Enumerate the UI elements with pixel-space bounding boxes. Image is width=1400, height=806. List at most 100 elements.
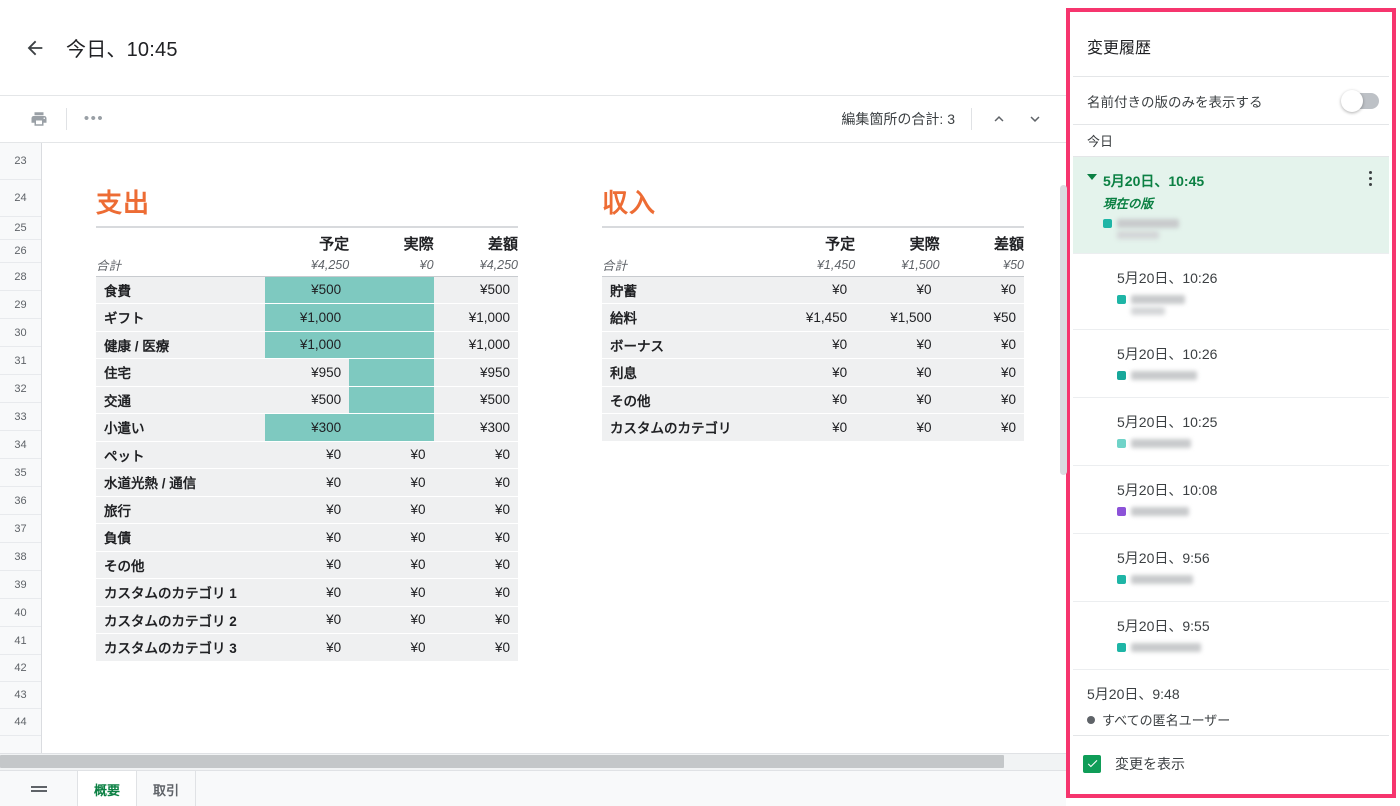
income-category-cell[interactable]: ボーナス bbox=[602, 331, 771, 359]
horizontal-scrollbar-thumb[interactable] bbox=[0, 755, 1004, 768]
income-actual-cell[interactable]: ¥0 bbox=[855, 413, 940, 442]
expense-table[interactable]: 予定 実際 差額 合計 ¥4,250 ¥0 ¥4,250 食費 ¥500 ¥500 ギ… bbox=[96, 232, 518, 662]
table-row[interactable]: 健康 / 医療 ¥1,000 ¥1,000 bbox=[96, 331, 518, 359]
row-header-29[interactable]: 29 bbox=[0, 291, 41, 319]
expense-diff-cell[interactable]: ¥0 bbox=[433, 468, 518, 497]
caret-down-icon[interactable] bbox=[1087, 174, 1097, 180]
income-actual-cell[interactable]: ¥0 bbox=[855, 358, 940, 387]
expense-category-cell[interactable]: 旅行 bbox=[96, 496, 265, 524]
expense-actual-cell[interactable]: ¥0 bbox=[349, 606, 434, 634]
expense-category-cell[interactable]: 負債 bbox=[96, 523, 265, 552]
income-diff-cell[interactable]: ¥0 bbox=[939, 413, 1024, 442]
expense-planned-cell[interactable]: ¥0 bbox=[264, 523, 350, 552]
income-diff-cell[interactable]: ¥50 bbox=[939, 303, 1024, 332]
show-changes-checkbox[interactable] bbox=[1083, 754, 1101, 773]
income-planned-cell[interactable]: ¥1,450 bbox=[770, 303, 856, 332]
income-planned-cell[interactable]: ¥0 bbox=[770, 276, 856, 304]
expense-diff-cell[interactable]: ¥0 bbox=[433, 606, 518, 634]
expense-planned-cell[interactable]: ¥500 bbox=[264, 386, 350, 414]
expense-diff-cell[interactable]: ¥0 bbox=[433, 496, 518, 524]
expense-diff-cell[interactable]: ¥300 bbox=[433, 413, 518, 442]
table-row[interactable]: 給料 ¥1,450 ¥1,500 ¥50 bbox=[602, 303, 1024, 332]
table-row[interactable]: 負債 ¥0 ¥0 ¥0 bbox=[96, 523, 518, 552]
table-row[interactable]: 利息 ¥0 ¥0 ¥0 bbox=[602, 358, 1024, 387]
expense-category-cell[interactable]: 住宅 bbox=[96, 358, 265, 387]
income-diff-cell[interactable]: ¥0 bbox=[939, 358, 1024, 387]
expense-category-cell[interactable]: 小遣い bbox=[96, 413, 265, 442]
version-list-scrollbar-thumb[interactable] bbox=[1060, 185, 1067, 475]
expense-category-cell[interactable]: カスタムのカテゴリ 3 bbox=[96, 633, 265, 662]
row-header-23[interactable]: 23 bbox=[0, 143, 41, 180]
row-header-36[interactable]: 36 bbox=[0, 487, 41, 515]
expense-actual-cell[interactable] bbox=[349, 358, 434, 387]
version-list-item[interactable]: 5月20日、10:08 bbox=[1073, 466, 1389, 534]
row-header-37[interactable]: 37 bbox=[0, 515, 41, 543]
row-header-24[interactable]: 24 bbox=[0, 180, 41, 217]
expense-category-cell[interactable]: ペット bbox=[96, 441, 265, 469]
version-list-item[interactable]: 5月20日、10:25 bbox=[1073, 398, 1389, 466]
expense-diff-cell[interactable]: ¥0 bbox=[433, 578, 518, 607]
expense-planned-cell[interactable]: ¥0 bbox=[264, 496, 350, 524]
row-header-32[interactable]: 32 bbox=[0, 375, 41, 403]
expense-diff-cell[interactable]: ¥950 bbox=[433, 358, 518, 387]
expense-diff-cell[interactable]: ¥500 bbox=[433, 386, 518, 414]
version-list-item[interactable]: 5月20日、9:56 bbox=[1073, 534, 1389, 602]
income-category-cell[interactable]: 給料 bbox=[602, 303, 771, 332]
sheet-tab-取引[interactable]: 取引 bbox=[137, 771, 197, 806]
expense-category-cell[interactable]: 交通 bbox=[96, 386, 265, 414]
income-planned-cell[interactable]: ¥0 bbox=[770, 386, 856, 414]
expense-actual-cell[interactable]: ¥0 bbox=[349, 578, 434, 607]
row-header-41[interactable]: 41 bbox=[0, 627, 41, 655]
expense-category-cell[interactable]: 水道光熱 / 通信 bbox=[96, 468, 265, 497]
expense-actual-cell[interactable]: ¥0 bbox=[349, 441, 434, 469]
expense-diff-cell[interactable]: ¥1,000 bbox=[433, 331, 518, 359]
table-row[interactable]: 食費 ¥500 ¥500 bbox=[96, 276, 518, 304]
row-header-39[interactable]: 39 bbox=[0, 571, 41, 599]
row-header-40[interactable]: 40 bbox=[0, 599, 41, 627]
back-button[interactable] bbox=[14, 27, 56, 69]
row-header-28[interactable]: 28 bbox=[0, 263, 41, 291]
expense-planned-cell[interactable]: ¥0 bbox=[264, 633, 350, 662]
expense-actual-cell[interactable]: ¥0 bbox=[349, 551, 434, 579]
row-header-25[interactable]: 25 bbox=[0, 217, 41, 240]
version-list-item[interactable]: 5月20日、10:26 bbox=[1073, 254, 1389, 330]
table-row[interactable]: その他 ¥0 ¥0 ¥0 bbox=[602, 386, 1024, 414]
version-list-item[interactable]: 5月20日、10:26 bbox=[1073, 330, 1389, 398]
named-versions-toggle[interactable] bbox=[1341, 89, 1379, 112]
table-row[interactable]: ペット ¥0 ¥0 ¥0 bbox=[96, 441, 518, 469]
income-table[interactable]: 予定 実際 差額 合計 ¥1,450 ¥1,500 ¥50 貯蓄 ¥0 ¥0 ¥0 給料… bbox=[602, 232, 1024, 442]
income-actual-cell[interactable]: ¥1,500 bbox=[855, 303, 940, 332]
expense-actual-cell[interactable]: ¥0 bbox=[349, 496, 434, 524]
expense-planned-cell[interactable]: ¥0 bbox=[264, 606, 350, 634]
table-row[interactable]: 交通 ¥500 ¥500 bbox=[96, 386, 518, 414]
row-header-33[interactable]: 33 bbox=[0, 403, 41, 431]
row-header-44[interactable]: 44 bbox=[0, 709, 41, 736]
table-row[interactable]: 旅行 ¥0 ¥0 ¥0 bbox=[96, 496, 518, 524]
expense-diff-cell[interactable]: ¥500 bbox=[433, 276, 518, 304]
expense-category-cell[interactable]: 健康 / 医療 bbox=[96, 331, 265, 359]
expense-actual-cell[interactable] bbox=[349, 413, 434, 442]
row-header-34[interactable]: 34 bbox=[0, 431, 41, 459]
income-diff-cell[interactable]: ¥0 bbox=[939, 276, 1024, 304]
income-category-cell[interactable]: カスタムのカテゴリ bbox=[602, 413, 771, 442]
expense-actual-cell[interactable]: ¥0 bbox=[349, 523, 434, 552]
income-planned-cell[interactable]: ¥0 bbox=[770, 358, 856, 387]
expense-planned-cell[interactable]: ¥0 bbox=[264, 441, 350, 469]
expense-actual-cell[interactable] bbox=[349, 331, 434, 359]
income-actual-cell[interactable]: ¥0 bbox=[855, 276, 940, 304]
expense-planned-cell[interactable]: ¥0 bbox=[264, 468, 350, 497]
grid-canvas[interactable]: 支出 予定 実際 差額 合計 ¥4,250 ¥0 ¥4,250 食費 ¥500 … bbox=[42, 143, 1066, 753]
table-row[interactable]: ボーナス ¥0 ¥0 ¥0 bbox=[602, 331, 1024, 359]
print-button[interactable] bbox=[24, 104, 54, 134]
expense-planned-cell[interactable]: ¥300 bbox=[264, 413, 350, 442]
more-options-button[interactable]: ••• bbox=[79, 104, 109, 134]
expense-planned-cell[interactable]: ¥1,000 bbox=[264, 331, 350, 359]
expense-planned-cell[interactable]: ¥0 bbox=[264, 551, 350, 579]
expense-category-cell[interactable]: カスタムのカテゴリ 1 bbox=[96, 578, 265, 607]
row-header-43[interactable]: 43 bbox=[0, 682, 41, 709]
table-row[interactable]: 小遣い ¥300 ¥300 bbox=[96, 413, 518, 442]
sheet-tab-概要[interactable]: 概要 bbox=[78, 771, 138, 806]
expense-actual-cell[interactable] bbox=[349, 386, 434, 414]
version-list-item[interactable]: 5月20日、9:48 すべての匿名ユーザー bbox=[1073, 670, 1389, 735]
income-diff-cell[interactable]: ¥0 bbox=[939, 331, 1024, 359]
